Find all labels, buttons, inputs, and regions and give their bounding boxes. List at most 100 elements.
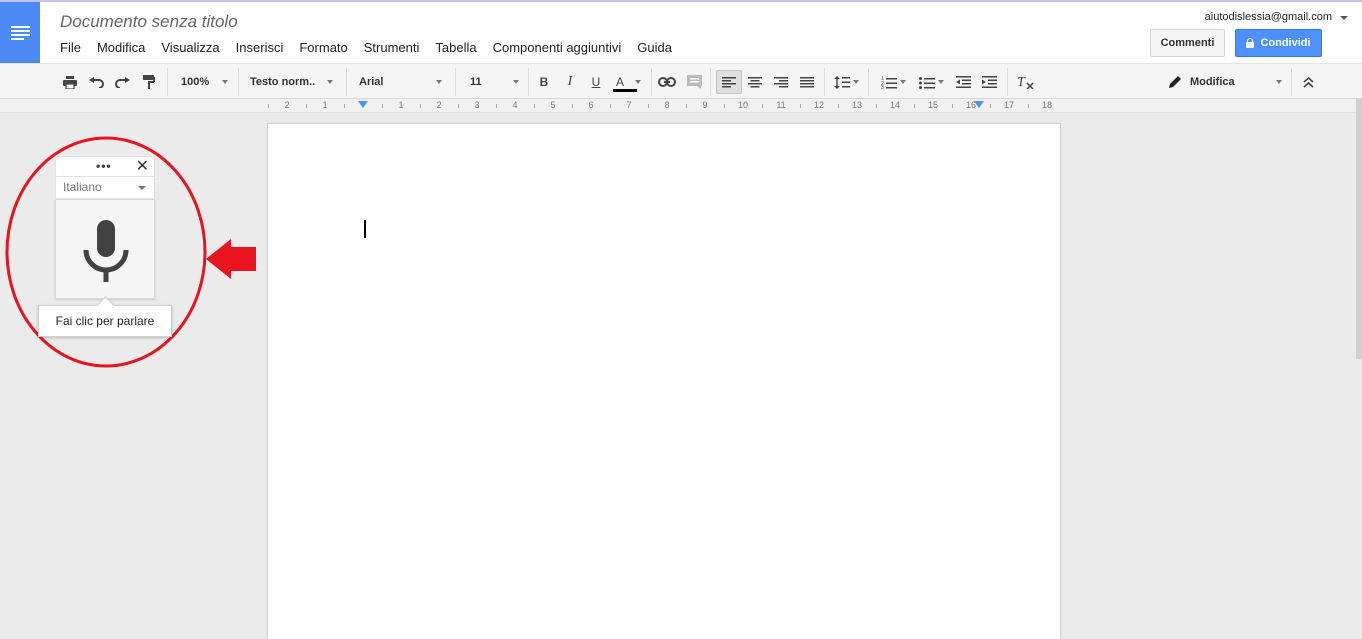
click-to-speak-tooltip: Fai clic per parlare bbox=[38, 305, 172, 337]
menu-componenti-aggiuntivi[interactable]: Componenti aggiuntivi bbox=[485, 40, 630, 55]
comment-icon[interactable] bbox=[684, 70, 704, 94]
microphone-button[interactable] bbox=[55, 199, 155, 299]
svg-text:T: T bbox=[1017, 75, 1026, 89]
paint-format-icon[interactable] bbox=[139, 70, 159, 94]
ruler-tick bbox=[268, 104, 269, 108]
document-title[interactable]: Documento senza titolo bbox=[60, 12, 238, 32]
right-indent-marker[interactable] bbox=[974, 101, 984, 108]
underline-icon[interactable]: U bbox=[587, 70, 605, 94]
paragraph-style-select[interactable]: Testo norm.. bbox=[245, 70, 337, 94]
menu-visualizza[interactable]: Visualizza bbox=[153, 40, 227, 55]
font-select[interactable]: Arial bbox=[354, 70, 446, 94]
ruler-number: 8 bbox=[664, 100, 670, 110]
language-select[interactable]: Italiano bbox=[55, 177, 155, 198]
decrease-indent-icon[interactable] bbox=[953, 70, 973, 94]
bulleted-list-icon[interactable] bbox=[914, 70, 948, 94]
print-icon[interactable] bbox=[60, 70, 80, 94]
editing-mode-select[interactable]: Modifica bbox=[1162, 70, 1286, 94]
ruler-tick bbox=[762, 104, 763, 108]
ruler-number: 6 bbox=[588, 100, 594, 110]
share-button-label: Condividi bbox=[1260, 37, 1311, 49]
menu-formato[interactable]: Formato bbox=[291, 40, 355, 55]
ruler-number: 18 bbox=[1041, 100, 1053, 110]
menu-guida[interactable]: Guida bbox=[629, 40, 680, 55]
ruler-tick bbox=[724, 104, 725, 108]
undo-icon[interactable] bbox=[86, 70, 106, 94]
ruler: 2 1 1 2 3 4 5 6 7 8 9 10 11 12 13 14 15 16 17 18 bbox=[0, 99, 1362, 113]
menu-inserisci[interactable]: Inserisci bbox=[228, 40, 292, 55]
ruler-tick bbox=[458, 104, 459, 108]
ruler-number: 7 bbox=[626, 100, 632, 110]
ruler-number: 10 bbox=[737, 100, 749, 110]
ruler-number: 12 bbox=[813, 100, 825, 110]
font-size-select[interactable]: 11 bbox=[465, 70, 523, 94]
menu-strumenti[interactable]: Strumenti bbox=[356, 40, 428, 55]
ruler-tick bbox=[420, 104, 421, 108]
ruler-number: 9 bbox=[702, 100, 708, 110]
ruler-tick bbox=[952, 104, 953, 108]
italic-icon[interactable]: I bbox=[561, 70, 579, 94]
annotation-arrow bbox=[206, 239, 256, 279]
ruler-number: 2 bbox=[284, 100, 290, 110]
menu-file[interactable]: File bbox=[52, 40, 89, 55]
svg-text:3: 3 bbox=[881, 85, 884, 89]
document-page[interactable] bbox=[267, 123, 1061, 639]
clear-formatting-icon[interactable]: T bbox=[1014, 70, 1036, 94]
ruler-tick bbox=[496, 104, 497, 108]
font-value: Arial bbox=[359, 76, 384, 88]
tooltip-text: Fai clic per parlare bbox=[55, 314, 155, 328]
bold-icon[interactable]: B bbox=[535, 70, 553, 94]
ruler-number: 2 bbox=[436, 100, 442, 110]
ruler-tick bbox=[800, 104, 801, 108]
ruler-tick bbox=[534, 104, 535, 108]
increase-indent-icon[interactable] bbox=[979, 70, 999, 94]
ruler-tick bbox=[876, 104, 877, 108]
align-center-icon[interactable] bbox=[745, 70, 765, 94]
align-left-icon[interactable] bbox=[716, 70, 742, 94]
lock-icon bbox=[1246, 38, 1255, 48]
more-options-icon[interactable]: ••• bbox=[96, 160, 112, 172]
line-spacing-icon[interactable] bbox=[830, 70, 862, 94]
account-email[interactable]: aiutodislessia@gmail.com bbox=[1205, 11, 1332, 23]
paragraph-style-value: Testo norm.. bbox=[250, 76, 316, 88]
microphone-icon bbox=[83, 220, 129, 282]
ruler-number: 17 bbox=[1003, 100, 1015, 110]
editing-mode-value: Modifica bbox=[1190, 76, 1235, 88]
ruler-number: 1 bbox=[322, 100, 328, 110]
ruler-tick bbox=[344, 104, 345, 108]
language-value: Italiano bbox=[63, 180, 102, 194]
menu-bar: File Modifica Visualizza Inserisci Forma… bbox=[52, 40, 680, 55]
vertical-scrollbar[interactable] bbox=[1356, 99, 1362, 359]
menu-tabella[interactable]: Tabella bbox=[427, 40, 484, 55]
align-right-icon[interactable] bbox=[771, 70, 791, 94]
menu-modifica[interactable]: Modifica bbox=[89, 40, 153, 55]
ruler-number: 3 bbox=[474, 100, 480, 110]
numbered-list-icon[interactable]: 123 bbox=[876, 70, 910, 94]
share-button[interactable]: Condividi bbox=[1235, 29, 1322, 57]
ruler-tick bbox=[990, 104, 991, 108]
pencil-icon bbox=[1169, 76, 1181, 88]
app-header: Documento senza titolo File Modifica Vis… bbox=[0, 2, 1362, 63]
ruler-tick bbox=[572, 104, 573, 108]
ruler-tick bbox=[686, 104, 687, 108]
ruler-tick bbox=[610, 104, 611, 108]
justify-icon[interactable] bbox=[797, 70, 817, 94]
close-icon[interactable]: ✕ bbox=[136, 158, 149, 176]
ruler-number: 13 bbox=[851, 100, 863, 110]
collapse-icon[interactable] bbox=[1298, 70, 1318, 94]
link-icon[interactable] bbox=[657, 70, 677, 94]
ruler-number: 11 bbox=[776, 100, 786, 110]
ruler-number: 1 bbox=[398, 100, 404, 110]
account-caret-icon[interactable] bbox=[1340, 16, 1348, 20]
zoom-select[interactable]: 100% bbox=[176, 70, 232, 94]
voice-widget-header[interactable]: ••• ✕ bbox=[55, 156, 155, 177]
text-color-icon[interactable]: A bbox=[610, 70, 644, 94]
comments-button[interactable]: Commenti bbox=[1150, 29, 1225, 57]
left-indent-marker[interactable] bbox=[358, 101, 368, 108]
redo-icon[interactable] bbox=[112, 70, 132, 94]
ruler-tick bbox=[1028, 104, 1029, 108]
zoom-value: 100% bbox=[181, 76, 210, 88]
ruler-number: 15 bbox=[927, 100, 939, 110]
ruler-tick bbox=[382, 104, 383, 108]
docs-logo-icon[interactable] bbox=[0, 2, 40, 63]
